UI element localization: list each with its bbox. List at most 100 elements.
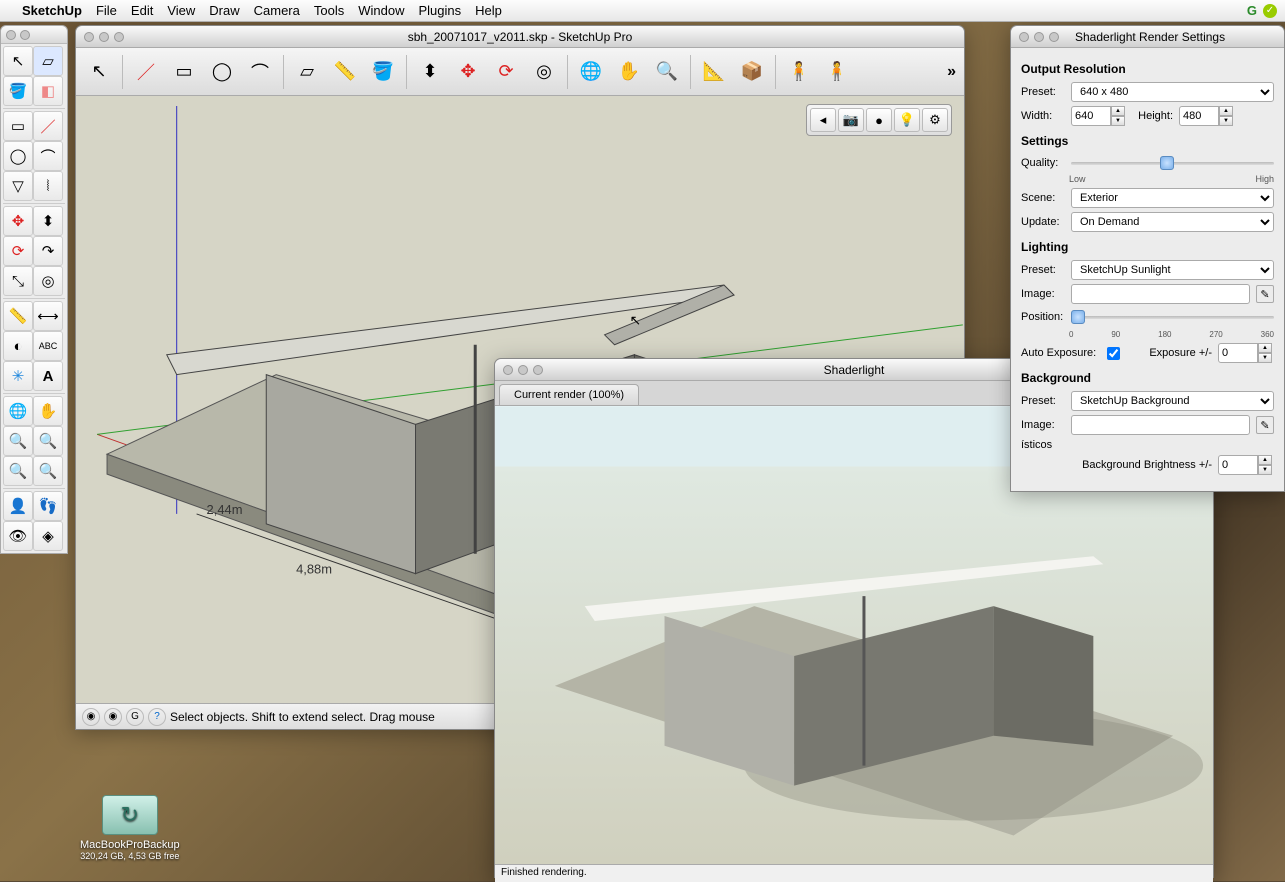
zoom-icon[interactable] [114, 32, 124, 42]
height-down[interactable]: ▼ [1219, 116, 1233, 126]
tape-icon[interactable]: 📏 [330, 57, 360, 87]
lighting-preset-select[interactable]: SketchUp Sunlight [1071, 260, 1274, 280]
move-tool[interactable]: ✥ [3, 206, 33, 236]
camera-icon[interactable]: 📷 [838, 108, 864, 132]
zoom-extents-tool[interactable]: 🔍 [33, 456, 63, 486]
status-geo-icon[interactable]: G [126, 708, 144, 726]
light-icon[interactable]: 💡 [894, 108, 920, 132]
height-input[interactable] [1179, 106, 1219, 126]
close-icon[interactable] [84, 32, 94, 42]
tab-current-render[interactable]: Current render (100%) [499, 384, 639, 405]
freehand-tool[interactable]: ⦚ [33, 171, 63, 201]
walk-tool[interactable]: 👣 [33, 491, 63, 521]
protractor-tool[interactable]: ◐ [3, 331, 33, 361]
followme-tool[interactable]: ↷ [33, 236, 63, 266]
bg-image-input[interactable] [1071, 415, 1250, 435]
exposure-input[interactable] [1218, 343, 1258, 363]
circle-icon[interactable]: ◯ [207, 57, 237, 87]
minimize-icon[interactable] [518, 365, 528, 375]
paint-icon[interactable]: 🪣 [368, 57, 398, 87]
circle-tool[interactable]: ◯ [3, 141, 33, 171]
text-tool[interactable]: ABC [33, 331, 63, 361]
person2-icon[interactable]: 🧍 [822, 57, 852, 87]
menu-tools[interactable]: Tools [314, 3, 344, 18]
person-icon[interactable]: 🧍 [784, 57, 814, 87]
make-component-tool[interactable]: ▱ [33, 46, 63, 76]
orbit-tool[interactable]: 🌐 [3, 396, 33, 426]
autoexposure-checkbox[interactable] [1107, 347, 1120, 360]
scale-tool[interactable]: ⤡ [3, 266, 33, 296]
menu-help[interactable]: Help [475, 3, 502, 18]
offset-tool[interactable]: ◎ [33, 266, 63, 296]
position-slider[interactable] [1071, 308, 1274, 326]
move-icon[interactable]: ✥ [453, 57, 483, 87]
scene-select[interactable]: Exterior [1071, 188, 1274, 208]
desktop-disk-icon[interactable]: MacBookProBackup 320,24 GB, 4,53 GB free [80, 795, 180, 861]
status-info1-icon[interactable]: ◉ [82, 708, 100, 726]
getmodels-icon[interactable]: 📦 [737, 57, 767, 87]
eraser-tool[interactable]: ◧ [33, 76, 63, 106]
width-up[interactable]: ▲ [1111, 106, 1125, 116]
quality-slider[interactable] [1071, 154, 1274, 172]
width-input[interactable] [1071, 106, 1111, 126]
pan-icon[interactable]: ✋ [614, 57, 644, 87]
arrow-left-icon[interactable]: ◂ [810, 108, 836, 132]
rectangle-icon[interactable]: ▭ [169, 57, 199, 87]
bgbright-input[interactable] [1218, 455, 1258, 475]
main-titlebar[interactable]: sbh_20071017_v2011.skp - SketchUp Pro [76, 26, 964, 48]
gear-icon[interactable]: ⚙ [922, 108, 948, 132]
zoom-icon[interactable] [1049, 32, 1059, 42]
select-icon[interactable]: ↖ [84, 57, 114, 87]
zoom-window-tool[interactable]: 🔍 [33, 426, 63, 456]
pan-tool[interactable]: ✋ [33, 396, 63, 426]
bgb-down[interactable]: ▼ [1258, 465, 1272, 475]
menu-window[interactable]: Window [358, 3, 404, 18]
settings-titlebar[interactable]: Shaderlight Render Settings [1011, 26, 1284, 48]
menu-camera[interactable]: Camera [254, 3, 300, 18]
addlocation-icon[interactable]: 📐 [699, 57, 729, 87]
exp-up[interactable]: ▲ [1258, 343, 1272, 353]
pushpull-tool[interactable]: ⬍ [33, 206, 63, 236]
menubar-g-icon[interactable]: G [1247, 3, 1257, 18]
close-icon[interactable] [503, 365, 513, 375]
minimize-icon[interactable] [20, 30, 30, 40]
line-icon[interactable]: ／ [131, 57, 161, 87]
axes-tool[interactable]: ✳ [3, 361, 33, 391]
menubar-check-icon[interactable]: ✓ [1263, 4, 1277, 18]
minimize-icon[interactable] [99, 32, 109, 42]
lighting-image-input[interactable] [1071, 284, 1250, 304]
make-comp-icon[interactable]: ▱ [292, 57, 322, 87]
status-info2-icon[interactable]: ◉ [104, 708, 122, 726]
dimension-tool[interactable]: ⟷ [33, 301, 63, 331]
select-tool[interactable]: ↖ [3, 46, 33, 76]
look-around-tool[interactable]: 👁 [3, 521, 33, 551]
width-down[interactable]: ▼ [1111, 116, 1125, 126]
rotate-icon[interactable]: ⟳ [491, 57, 521, 87]
section-plane-tool[interactable]: ◈ [33, 521, 63, 551]
paint-bucket-tool[interactable]: 🪣 [3, 76, 33, 106]
height-up[interactable]: ▲ [1219, 106, 1233, 116]
preset-select[interactable]: 640 x 480 [1071, 82, 1274, 102]
zoom-prev-tool[interactable]: 🔍 [3, 456, 33, 486]
zoom-tool[interactable]: 🔍 [3, 426, 33, 456]
rotate-tool[interactable]: ⟳ [3, 236, 33, 266]
menu-edit[interactable]: Edit [131, 3, 153, 18]
bg-preset-select[interactable]: SketchUp Background [1071, 391, 1274, 411]
exp-down[interactable]: ▼ [1258, 353, 1272, 363]
update-select[interactable]: On Demand [1071, 212, 1274, 232]
bgb-up[interactable]: ▲ [1258, 455, 1272, 465]
status-help-icon[interactable]: ? [148, 708, 166, 726]
material-icon[interactable]: ● [866, 108, 892, 132]
bg-image-picker-icon[interactable]: ✎ [1256, 416, 1274, 434]
arc-icon[interactable]: ⌒ [245, 57, 275, 87]
menu-file[interactable]: File [96, 3, 117, 18]
polygon-tool[interactable]: ▽ [3, 171, 33, 201]
app-name[interactable]: SketchUp [22, 3, 82, 18]
zoom-icon[interactable] [533, 365, 543, 375]
arc-tool[interactable]: ⌒ [33, 141, 63, 171]
pushpull-icon[interactable]: ⬍ [415, 57, 445, 87]
toolbar-overflow[interactable]: » [947, 63, 956, 81]
lighting-image-picker-icon[interactable]: ✎ [1256, 285, 1274, 303]
tape-tool[interactable]: 📏 [3, 301, 33, 331]
orbit-icon[interactable]: 🌐 [576, 57, 606, 87]
